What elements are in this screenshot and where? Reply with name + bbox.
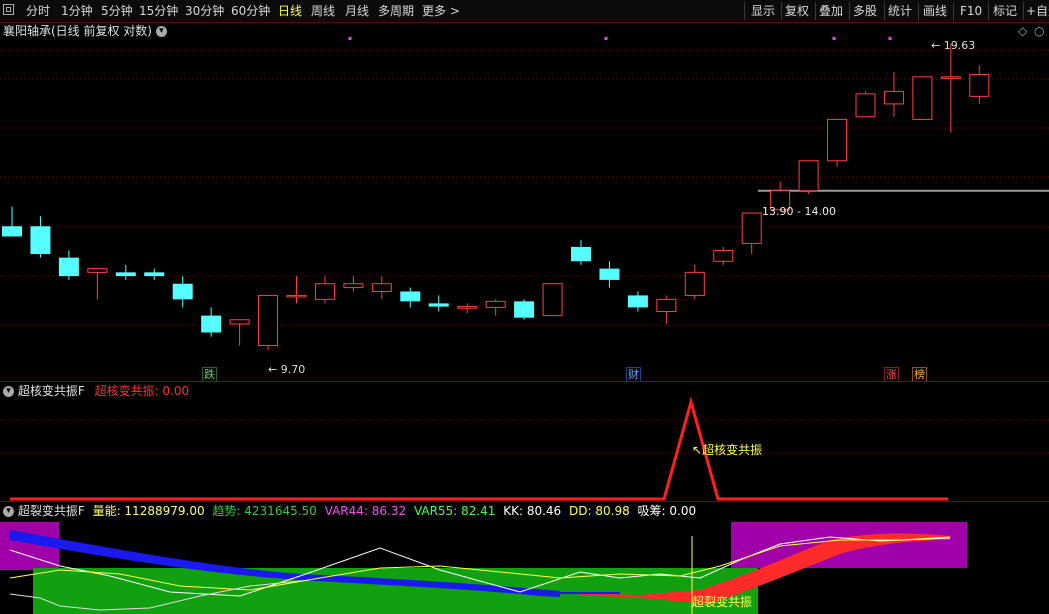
candle-body [314, 283, 335, 300]
candle-body [627, 295, 648, 308]
candle-body [798, 160, 819, 192]
low-price-value: 9.70 [280, 363, 306, 376]
candle-body [485, 300, 506, 308]
panel3-title: 超裂变共振F [17, 504, 85, 518]
signal-dot [604, 37, 608, 40]
candle-body [201, 315, 222, 333]
panel3-annotation: 超裂变共振 [692, 595, 753, 609]
candle-body [883, 90, 904, 105]
candle-body [258, 294, 279, 347]
candle-body [741, 212, 762, 244]
panel-divider[interactable] [0, 501, 1049, 502]
chevron-down-icon[interactable]: ▾ [3, 386, 14, 397]
indicator-var44: VAR44: 86.32 [324, 504, 407, 518]
candle-body [144, 272, 165, 277]
kline-chart[interactable] [0, 0, 1049, 614]
candle-body [457, 306, 478, 309]
candle-body [172, 283, 193, 300]
candle-body [343, 283, 364, 289]
signal-dot [348, 37, 352, 40]
panel3-header: ▾ 超裂变共振F 量能: 11288979.00 趋势: 4231645.50 … [3, 503, 696, 519]
candle-body [428, 303, 449, 307]
candle-body [656, 298, 677, 312]
indicator-dd: DD: 80.98 [569, 504, 630, 518]
candle-body [514, 301, 535, 318]
event-marker-die[interactable]: 跌 [202, 367, 217, 382]
high-price-label: ← 19.63 [931, 39, 976, 52]
event-marker-zhang[interactable]: 涨 [884, 367, 899, 382]
candle-body [115, 272, 136, 277]
candle-body [969, 73, 990, 97]
indicator-kk: KK: 80.46 [503, 504, 562, 518]
candle-body [30, 226, 51, 255]
candle-body [855, 93, 876, 118]
candle-body [912, 76, 933, 120]
candle-body [400, 291, 421, 302]
range-label: 13.90 - 14.00 [762, 205, 836, 218]
event-marker-cai[interactable]: 财 [626, 367, 641, 382]
candle-body [827, 118, 848, 162]
indicator-var55: VAR55: 82.41 [413, 504, 496, 518]
candle-body [599, 268, 620, 280]
chevron-down-icon[interactable]: ▾ [3, 506, 14, 517]
candle-body [286, 294, 307, 298]
indicator-qushi: 趋势: 4231645.50 [212, 504, 317, 518]
signal-dot [888, 37, 892, 40]
candle-body [229, 319, 250, 325]
candle-body [542, 283, 563, 317]
panel2-value: 超核变共振: 0.00 [94, 384, 190, 398]
indicator-xichou: 吸筹: 0.00 [637, 504, 697, 518]
candle-body [87, 268, 108, 273]
candle-body [713, 249, 734, 262]
panel2-annotation-text: 超核变共振 [702, 443, 763, 457]
panel2-header: ▾ 超核变共振F 超核变共振: 0.00 [3, 383, 189, 399]
indicator-liangneng: 量能: 11288979.00 [92, 504, 205, 518]
candle-body [940, 76, 961, 79]
candle-body [684, 271, 705, 296]
low-price-label: ← 9.70 [268, 363, 306, 376]
panel2-annotation: ↖超核变共振 [692, 443, 763, 457]
candle-body [2, 226, 22, 237]
event-marker-bang[interactable]: 榜 [912, 367, 927, 382]
candle-body [58, 257, 79, 277]
resonance-line [10, 396, 948, 501]
candle-body [371, 283, 392, 292]
candle-body [571, 246, 591, 262]
high-price-value: 19.63 [943, 39, 976, 52]
panel-divider[interactable] [0, 381, 1049, 382]
panel2-title: 超核变共振F [17, 384, 85, 398]
blue-band-tail [560, 592, 620, 594]
signal-dot [832, 37, 836, 40]
